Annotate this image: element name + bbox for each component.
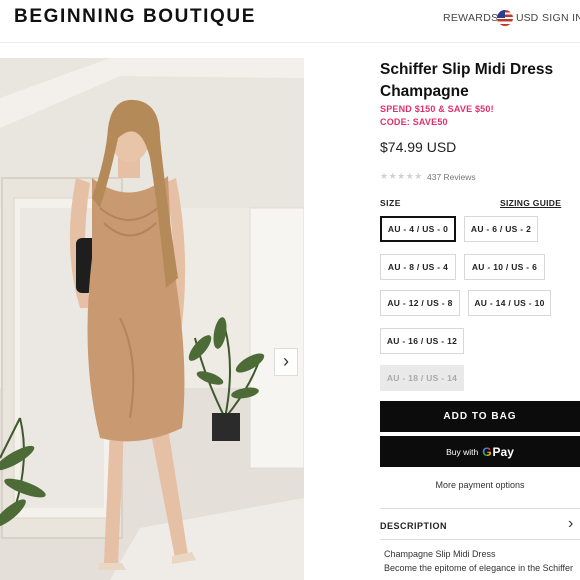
- divider: [380, 539, 580, 540]
- description-heading[interactable]: DESCRIPTION: [380, 521, 447, 531]
- add-to-bag-button[interactable]: ADD TO BAG: [380, 401, 580, 432]
- size-option-sold-out: AU - 18 / US - 14: [380, 365, 464, 391]
- size-label: SIZE: [380, 198, 401, 208]
- divider: [380, 508, 580, 509]
- google-g-icon: G: [482, 444, 492, 459]
- chevron-right-icon[interactable]: ›: [568, 515, 573, 533]
- promo-text: SPEND $150 & SAVE $50!: [380, 104, 494, 114]
- description-text: Champagne Slip Midi Dress: [384, 549, 496, 559]
- google-pay-logo: G Pay: [482, 445, 514, 459]
- size-option[interactable]: AU - 6 / US - 2: [464, 216, 538, 242]
- brand-logo[interactable]: BEGINNING BOUTIQUE: [14, 6, 256, 28]
- promo-code: CODE: SAVE50: [380, 117, 448, 127]
- sign-in-link[interactable]: SIGN IN: [542, 12, 580, 24]
- product-image[interactable]: [0, 58, 304, 580]
- product-title: Schiffer Slip Midi Dress Champagne: [380, 61, 554, 100]
- us-flag-icon[interactable]: [497, 10, 513, 26]
- gpay-label: Buy with: [446, 446, 479, 457]
- gpay-brand: Pay: [492, 444, 514, 459]
- size-option[interactable]: AU - 14 / US - 10: [468, 290, 551, 316]
- description-text: Become the epitome of elegance in the Sc…: [384, 563, 573, 573]
- product-price: $74.99 USD: [380, 139, 457, 155]
- product-photo-illustration: [0, 58, 304, 580]
- size-option[interactable]: AU - 12 / US - 8: [380, 290, 460, 316]
- currency-selector[interactable]: USD: [516, 12, 538, 24]
- sizing-guide-link[interactable]: SIZING GUIDE: [500, 198, 561, 208]
- rewards-link[interactable]: REWARDS: [443, 12, 498, 24]
- size-option[interactable]: AU - 4 / US - 0: [380, 216, 456, 242]
- size-option[interactable]: AU - 8 / US - 4: [380, 254, 456, 280]
- rating-stars: ★★★★★: [380, 171, 423, 181]
- more-payment-options-link[interactable]: More payment options: [380, 480, 580, 490]
- size-option[interactable]: AU - 10 / US - 6: [464, 254, 545, 280]
- size-option[interactable]: AU - 16 / US - 12: [380, 328, 464, 354]
- header-divider: [0, 42, 580, 43]
- chevron-right-icon[interactable]: ›: [274, 348, 298, 376]
- google-pay-button[interactable]: Buy with G Pay: [380, 436, 580, 467]
- reviews-link[interactable]: 437 Reviews: [427, 172, 476, 182]
